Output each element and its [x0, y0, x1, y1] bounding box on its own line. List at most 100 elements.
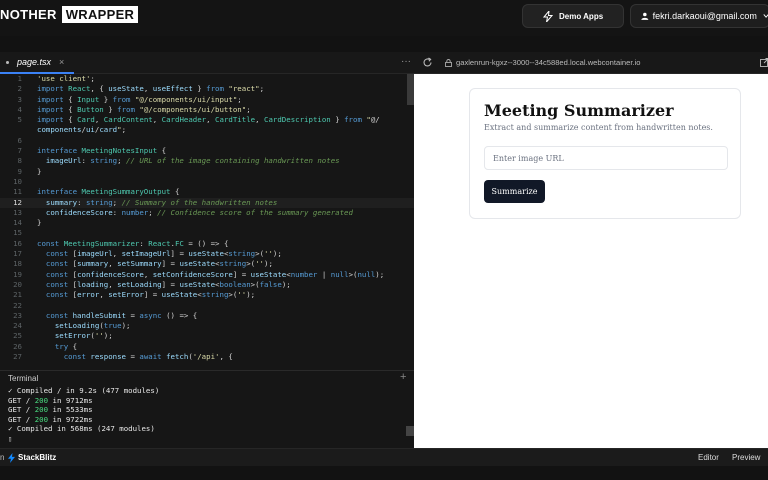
terminal-output[interactable]: ✓ Compiled / in 9.2s (477 modules) GET / … [8, 386, 159, 444]
editor-toggle-button[interactable]: Editor [698, 453, 719, 462]
preview-url[interactable]: gaxlenrun-kgxz--3000--34c588ed.local.web… [456, 58, 640, 67]
line-number: 17 [13, 249, 22, 259]
editor-scrollbar[interactable] [407, 74, 414, 105]
code-text: import { Button } from "@/components/ui/… [37, 104, 251, 114]
code-line[interactable]: 22 [0, 301, 414, 311]
top-bar: NOTHER WRAPPER Demo Apps fekri.darkaoui@g… [0, 0, 768, 36]
demo-apps-label: Demo Apps [559, 11, 604, 21]
code-line[interactable]: 13 confidenceScore: number; // Confidenc… [0, 208, 414, 218]
line-number: 19 [13, 269, 22, 279]
chevron-down-icon [763, 14, 768, 18]
summarizer-card: Meeting Summarizer Extract and summarize… [469, 88, 741, 219]
stackblitz-brand[interactable]: StackBlitz [18, 453, 56, 462]
code-line[interactable]: 8 imageUrl: string; // URL of the image … [0, 156, 414, 166]
terminal-line: GET / 200 in 9712ms [8, 395, 93, 405]
preview-toggle-button[interactable]: Preview [732, 453, 760, 462]
code-line[interactable]: 19 const [confidenceScore, setConfidence… [0, 270, 414, 280]
code-text: const MeetingSummarizer: React.FC = () =… [37, 238, 229, 248]
line-number: 23 [13, 310, 22, 320]
code-line[interactable]: 6 [0, 136, 414, 146]
new-terminal-button[interactable]: + [400, 371, 406, 383]
terminal-line: ✓ Compiled in 568ms (247 modules) [8, 424, 155, 434]
code-text: 'use client'; [37, 74, 95, 83]
code-text: confidenceScore: number; // Confidence s… [45, 207, 353, 217]
bolt-icon [543, 11, 553, 22]
line-number: 8 [17, 156, 22, 166]
line-number: 7 [17, 146, 22, 156]
code-text: imageUrl: string; // URL of the image co… [45, 156, 340, 166]
line-number: 11 [13, 187, 22, 197]
code-text: const response = await fetch('/api', { [63, 352, 233, 362]
code-line[interactable]: 25 setError(''); [0, 331, 414, 341]
code-line[interactable]: 5 import { Card, CardContent, CardHeader,… [0, 115, 414, 125]
code-line[interactable]: 16 const MeetingSummarizer: React.FC = ()… [0, 239, 414, 249]
line-number: 6 [17, 135, 22, 145]
line-number: 27 [13, 352, 22, 362]
code-line[interactable]: 14} [0, 218, 414, 228]
code-line[interactable]: 3 import { Input } from "@/components/ui/… [0, 95, 414, 105]
code-line[interactable]: 24 setLoading(true); [0, 321, 414, 331]
tab-page-tsx[interactable]: page.tsx × [0, 52, 75, 74]
code-line[interactable]: components/ui/card"; [0, 125, 414, 135]
code-line[interactable]: 21 const [error, setError] = useState<st… [0, 290, 414, 300]
card-description: Extract and summarize content from handw… [484, 123, 713, 132]
code-text: const [imageUrl, setImageUrl] = useState… [45, 249, 282, 259]
code-line[interactable]: 2 import React, { useState, useEffect } f… [0, 84, 414, 94]
code-line[interactable]: 26 try { [0, 342, 414, 352]
unsaved-dot-icon [6, 60, 9, 64]
close-tab-icon[interactable]: × [59, 57, 64, 67]
code-line[interactable]: 18 const [summary, setSummary] = useStat… [0, 259, 414, 269]
line-number: 18 [13, 259, 22, 269]
line-number: 9 [17, 166, 22, 176]
account-menu-button[interactable]: fekri.darkaoui@gmail.com [630, 4, 768, 28]
reload-icon[interactable] [422, 57, 433, 68]
status-bar-fragment: n [0, 453, 5, 462]
code-line[interactable]: 10 [0, 177, 414, 187]
brand-text-part2: WRAPPER [61, 6, 139, 23]
line-number: 5 [17, 115, 22, 125]
code-line[interactable]: 27 const response = await fetch('/api', … [0, 352, 414, 362]
code-line[interactable]: 12 summary: string; // Summary of the ha… [0, 197, 414, 208]
page-title: Meeting Summarizer [484, 101, 674, 120]
code-line[interactable]: 15 [0, 228, 414, 238]
line-number: 1 [17, 74, 22, 83]
code-line[interactable]: 23 const handleSubmit = async () => { [0, 311, 414, 321]
code-line[interactable]: 20 const [loading, setLoading] = useStat… [0, 280, 414, 290]
code-text: setLoading(true); [54, 321, 131, 331]
code-line[interactable]: 17 const [imageUrl, setImageUrl] = useSt… [0, 249, 414, 259]
code-line[interactable]: 7 interface MeetingNotesInput { [0, 146, 414, 156]
preview-url-bar: gaxlenrun-kgxz--3000--34c588ed.local.web… [414, 52, 768, 74]
code-text: try { [54, 341, 78, 351]
external-link-icon[interactable] [760, 58, 768, 67]
code-text: summary: string; // Summary of the handw… [45, 197, 278, 207]
brand-logo[interactable]: NOTHER WRAPPER [0, 6, 139, 25]
code-text: const [summary, setSummary] = useState<s… [45, 259, 273, 269]
line-number: 13 [13, 207, 22, 217]
code-line[interactable]: 1 'use client'; [0, 74, 414, 84]
code-line[interactable]: 4 import { Button } from "@/components/ui… [0, 105, 414, 115]
code-text: const [loading, setLoading] = useState<b… [45, 279, 291, 289]
code-line[interactable]: 9} [0, 167, 414, 177]
terminal-scrollbar[interactable] [406, 426, 414, 436]
brand-text-part1: NOTHER [0, 7, 57, 22]
line-number: 12 [13, 197, 22, 207]
code-editor[interactable]: 1 'use client'; 2 import React, { useState,… [0, 74, 414, 370]
code-text: interface MeetingNotesInput { [37, 146, 167, 156]
image-url-input[interactable] [484, 146, 728, 170]
code-text: const handleSubmit = async () => { [45, 310, 198, 320]
code-text: import { Input } from "@/components/ui/i… [37, 94, 242, 104]
status-bar: n StackBlitz Editor Preview [0, 448, 768, 466]
lock-icon [445, 59, 452, 67]
line-number: 21 [13, 290, 22, 300]
line-number: 24 [13, 321, 22, 331]
demo-apps-button[interactable]: Demo Apps [522, 4, 624, 28]
more-actions-icon[interactable]: ··· [401, 57, 411, 67]
terminal-panel: Terminal + ✓ Compiled / in 9.2s (477 mod… [0, 370, 414, 448]
summarize-button[interactable]: Summarize [484, 180, 545, 203]
line-number: 2 [17, 84, 22, 94]
account-email: fekri.darkaoui@gmail.com [652, 11, 757, 21]
footer-strip [0, 466, 768, 480]
code-text: import React, { useState, useEffect } fr… [37, 84, 265, 94]
code-line[interactable]: 11 interface MeetingSummaryOutput { [0, 187, 414, 197]
code-text: const [error, setError] = useState<strin… [45, 290, 256, 300]
